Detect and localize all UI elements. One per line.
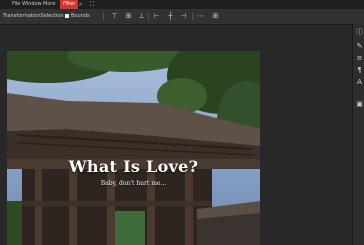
checkbox-icon: [65, 13, 69, 18]
align-right-icon[interactable]: ⊣: [180, 12, 187, 20]
properties-icon[interactable]: ≡: [355, 54, 364, 63]
right-toolbar: ⓘ ✎ ≡ ¶ A ▣: [352, 24, 364, 245]
menu-more[interactable]: More: [43, 0, 55, 9]
canvas-title: What Is Love?: [68, 157, 199, 176]
menu-filter[interactable]: Filter: [60, 0, 79, 9]
image-icon[interactable]: ▣: [355, 100, 364, 109]
paragraph-icon[interactable]: ¶: [355, 66, 364, 75]
text-icon[interactable]: A: [355, 78, 364, 87]
document-canvas[interactable]: What Is Love? Baby, don't hurt me...: [7, 51, 260, 245]
align-middle-icon[interactable]: ⊞: [125, 12, 132, 20]
canvas-subtitle: Baby, don't hurt me...: [100, 180, 167, 187]
menu-bar: File Window More Filter ⌕ ⛶: [0, 0, 364, 9]
options-bar: TransformationSelection Bounds ⊤ ⊞ ⊥ ⊢ ┼…: [0, 9, 364, 25]
distribute-icon[interactable]: ⋯: [197, 12, 204, 20]
menu-file[interactable]: File: [12, 0, 20, 9]
fullscreen-icon[interactable]: ⛶: [90, 0, 94, 9]
divider: [103, 13, 104, 20]
align-top-icon[interactable]: ⊤: [111, 12, 118, 20]
align-center-icon[interactable]: ┼: [167, 12, 174, 20]
grid-icon[interactable]: ⊞: [212, 12, 219, 20]
search-icon[interactable]: ⌕: [79, 0, 82, 9]
transform-selection-label: TransformationSelection: [3, 13, 64, 19]
temple-photo: [7, 51, 260, 245]
bounds-label: Bounds: [71, 13, 90, 19]
menu-window[interactable]: Window: [22, 0, 42, 9]
align-bottom-icon[interactable]: ⊥: [138, 12, 145, 20]
brush-icon[interactable]: ✎: [355, 42, 364, 51]
bounds-checkbox[interactable]: Bounds: [65, 12, 90, 21]
align-left-icon[interactable]: ⊢: [153, 12, 160, 20]
divider: [148, 13, 149, 20]
divider: [192, 13, 193, 20]
info-icon[interactable]: ⓘ: [355, 28, 364, 37]
